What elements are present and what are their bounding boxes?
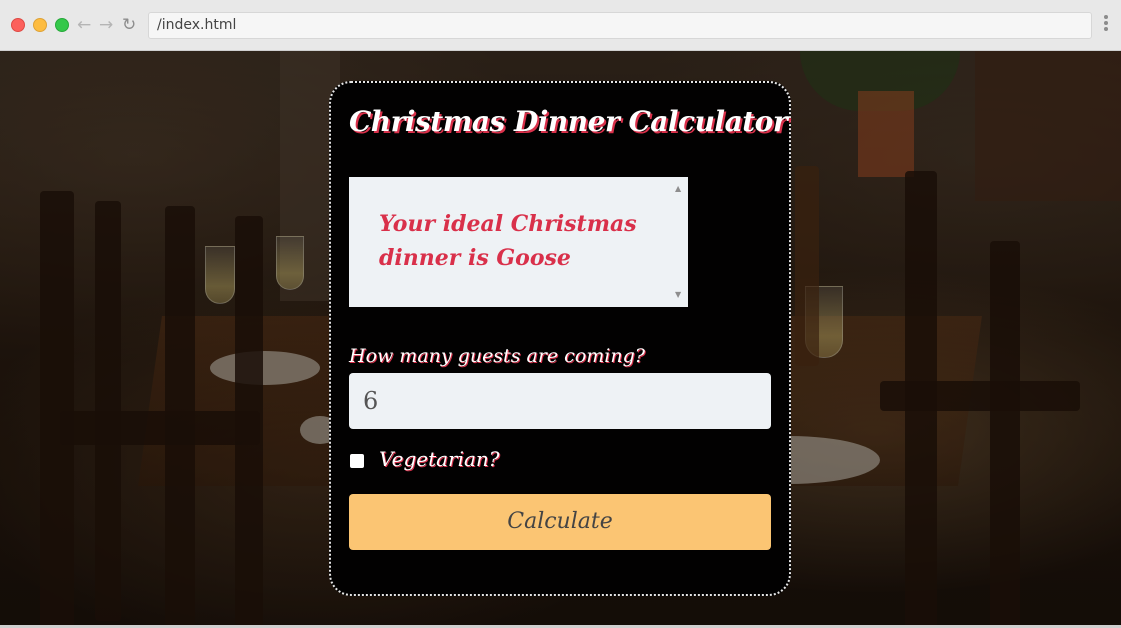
guests-label: How many guests are coming?	[349, 345, 645, 367]
result-scrollbar[interactable]: ▲ ▼	[671, 177, 688, 307]
close-window-button[interactable]	[11, 18, 25, 32]
reload-icon[interactable]: ↻	[122, 15, 136, 35]
page-title: Christmas Dinner Calculator	[349, 105, 788, 138]
minimize-window-button[interactable]	[33, 18, 47, 32]
browser-toolbar: ← → ↻ /index.html	[0, 0, 1121, 51]
vegetarian-label[interactable]: Vegetarian?	[379, 447, 500, 471]
calculate-button[interactable]: Calculate	[349, 494, 771, 550]
calculator-card: Christmas Dinner Calculator Your ideal C…	[329, 81, 791, 596]
address-bar[interactable]: /index.html	[148, 12, 1092, 39]
vegetarian-checkbox[interactable]	[350, 454, 364, 468]
back-icon[interactable]: ←	[77, 15, 91, 35]
result-text: Your ideal Christmas dinner is Goose	[379, 211, 637, 271]
scroll-down-icon[interactable]: ▼	[675, 291, 681, 299]
guests-input[interactable]: 6	[349, 373, 771, 429]
result-textarea[interactable]: Your ideal Christmas dinner is Goose ▲ ▼	[349, 177, 688, 307]
maximize-window-button[interactable]	[55, 18, 69, 32]
forward-icon[interactable]: →	[99, 15, 113, 35]
scroll-up-icon[interactable]: ▲	[675, 185, 681, 193]
kebab-menu-icon[interactable]	[1101, 15, 1111, 35]
page-viewport: Christmas Dinner Calculator Your ideal C…	[0, 51, 1121, 628]
